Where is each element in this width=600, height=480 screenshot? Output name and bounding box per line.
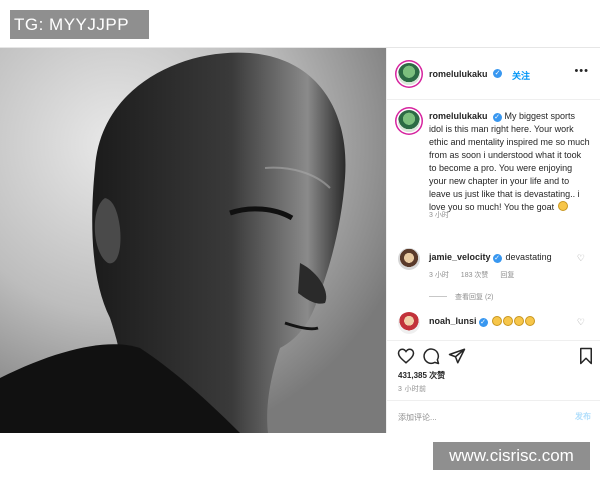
divider bbox=[429, 296, 447, 297]
avatar[interactable] bbox=[398, 110, 420, 132]
caption-text: My biggest sports idol is this man right… bbox=[429, 111, 590, 212]
action-bar: 431,385 次赞 3 小时前 bbox=[387, 340, 600, 393]
heart-icon[interactable]: ♡ bbox=[577, 253, 585, 264]
sunglasses-emoji-icon bbox=[525, 316, 536, 326]
portrait-image bbox=[0, 48, 386, 433]
bookmark-icon[interactable] bbox=[577, 347, 595, 365]
comment-likes[interactable]: 183 次赞 bbox=[461, 272, 489, 279]
verified-icon: ✓ bbox=[492, 113, 502, 122]
sunglasses-emoji-icon bbox=[514, 316, 525, 326]
verified-icon: ✓ bbox=[493, 69, 502, 78]
tg-badge: TG: MYYJJPP bbox=[10, 10, 149, 39]
reply-button[interactable]: 回复 bbox=[500, 272, 514, 279]
heart-icon[interactable]: ♡ bbox=[577, 317, 585, 328]
sunglasses-emoji-icon bbox=[492, 316, 503, 326]
watermark: www.cisrisc.com bbox=[433, 442, 590, 470]
caption-text-block: romelulukaku ✓ My biggest sports idol is t… bbox=[429, 110, 591, 214]
caption-username[interactable]: romelulukaku bbox=[429, 111, 488, 121]
view-replies-label: 查看回复 (2) bbox=[455, 294, 494, 301]
instagram-post: romelulukaku ✓ 关注 ••• romelulukaku ✓ My bi… bbox=[0, 47, 600, 433]
verified-icon: ✓ bbox=[492, 254, 502, 263]
emoji-group bbox=[492, 316, 536, 326]
avatar[interactable] bbox=[398, 312, 420, 334]
comment-icon[interactable] bbox=[422, 347, 440, 365]
like-count[interactable]: 431,385 次赞 bbox=[398, 370, 445, 381]
like-heart-icon[interactable] bbox=[397, 347, 415, 365]
sunglasses-emoji-icon bbox=[503, 316, 514, 326]
comment-input[interactable] bbox=[398, 410, 548, 424]
post-photo[interactable] bbox=[0, 48, 386, 433]
comment-username[interactable]: noah_lunsi bbox=[429, 316, 477, 326]
post-time: 3 小时前 bbox=[398, 386, 427, 393]
smiling-emoji-icon bbox=[557, 201, 568, 211]
avatar[interactable] bbox=[398, 63, 420, 85]
view-replies-button[interactable]: 查看回复 (2) bbox=[429, 292, 494, 302]
comment-text: devastating bbox=[505, 252, 552, 262]
post-header: romelulukaku ✓ 关注 ••• bbox=[387, 48, 600, 100]
avatar[interactable] bbox=[398, 248, 420, 270]
comment-text-line: jamie_velocity ✓ devastating bbox=[429, 252, 552, 263]
comment-meta: 3 小时 183 次赞 回复 bbox=[429, 270, 524, 280]
follow-button[interactable]: 关注 bbox=[512, 69, 530, 82]
comment-time: 3 小时 bbox=[429, 272, 449, 279]
post-side-panel: romelulukaku ✓ 关注 ••• romelulukaku ✓ My bi… bbox=[386, 48, 600, 433]
add-comment-bar: 发布 bbox=[387, 400, 600, 433]
share-icon[interactable] bbox=[448, 347, 466, 365]
verified-icon: ✓ bbox=[478, 318, 488, 327]
more-horizontal-icon[interactable]: ••• bbox=[574, 65, 589, 77]
header-username[interactable]: romelulukaku bbox=[429, 69, 488, 79]
caption-time: 3 小时 bbox=[429, 212, 449, 219]
comment-text-line: noah_lunsi ✓ bbox=[429, 316, 536, 327]
publish-button[interactable]: 发布 bbox=[575, 411, 591, 422]
comment-username[interactable]: jamie_velocity bbox=[429, 252, 491, 262]
